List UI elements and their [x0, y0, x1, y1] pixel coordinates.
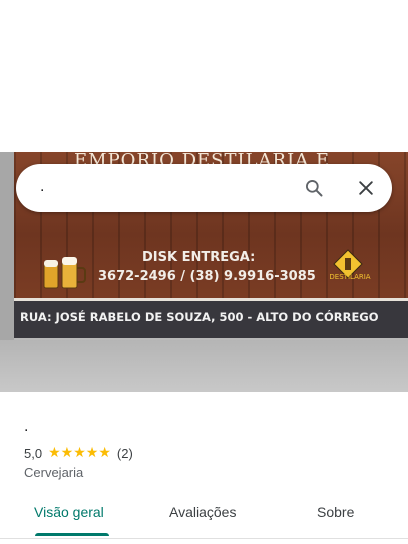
- delivery-phones: 3672-2496 / (38) 9.9916-3085: [98, 269, 316, 284]
- star-icon: ★: [98, 445, 111, 461]
- rating-stars: ★ ★ ★ ★ ★: [48, 446, 111, 460]
- address-banner: RUA: JOSÉ RABELO DE SOUZA, 500 - ALTO DO…: [14, 298, 408, 338]
- star-icon: ★: [85, 445, 99, 461]
- active-tab-indicator: [35, 533, 109, 536]
- search-bar[interactable]: .: [16, 164, 392, 212]
- review-count[interactable]: (2): [117, 446, 133, 461]
- search-icon[interactable]: [304, 178, 324, 198]
- star-icon: ★: [48, 445, 61, 461]
- tabs-divider: [0, 538, 408, 539]
- tab-overview[interactable]: Visão geral: [34, 504, 104, 520]
- photo-wall-bottom: [0, 340, 408, 392]
- beer-mugs-icon: [43, 257, 86, 289]
- destilaria-logo-icon: DESTILARIA: [329, 249, 371, 281]
- svg-text:DESTILARIA: DESTILARIA: [329, 273, 370, 281]
- delivery-label: DISK ENTREGA:: [142, 250, 256, 265]
- close-icon[interactable]: [356, 178, 376, 198]
- search-input[interactable]: .: [40, 178, 44, 196]
- map-blank-area: [0, 0, 408, 152]
- tab-reviews[interactable]: Avaliações: [169, 504, 236, 520]
- star-icon: ★: [60, 445, 74, 461]
- rating-row[interactable]: 5,0 ★ ★ ★ ★ ★ (2): [24, 444, 133, 462]
- rating-value: 5,0: [24, 445, 43, 461]
- place-tabs: Visão geral Avaliações Sobre: [0, 498, 408, 538]
- tab-about[interactable]: Sobre: [317, 504, 354, 520]
- place-title: .: [24, 418, 29, 435]
- place-category[interactable]: Cervejaria: [24, 465, 83, 480]
- address-text: RUA: JOSÉ RABELO DE SOUZA, 500 - ALTO DO…: [20, 310, 379, 324]
- star-icon: ★: [73, 445, 86, 461]
